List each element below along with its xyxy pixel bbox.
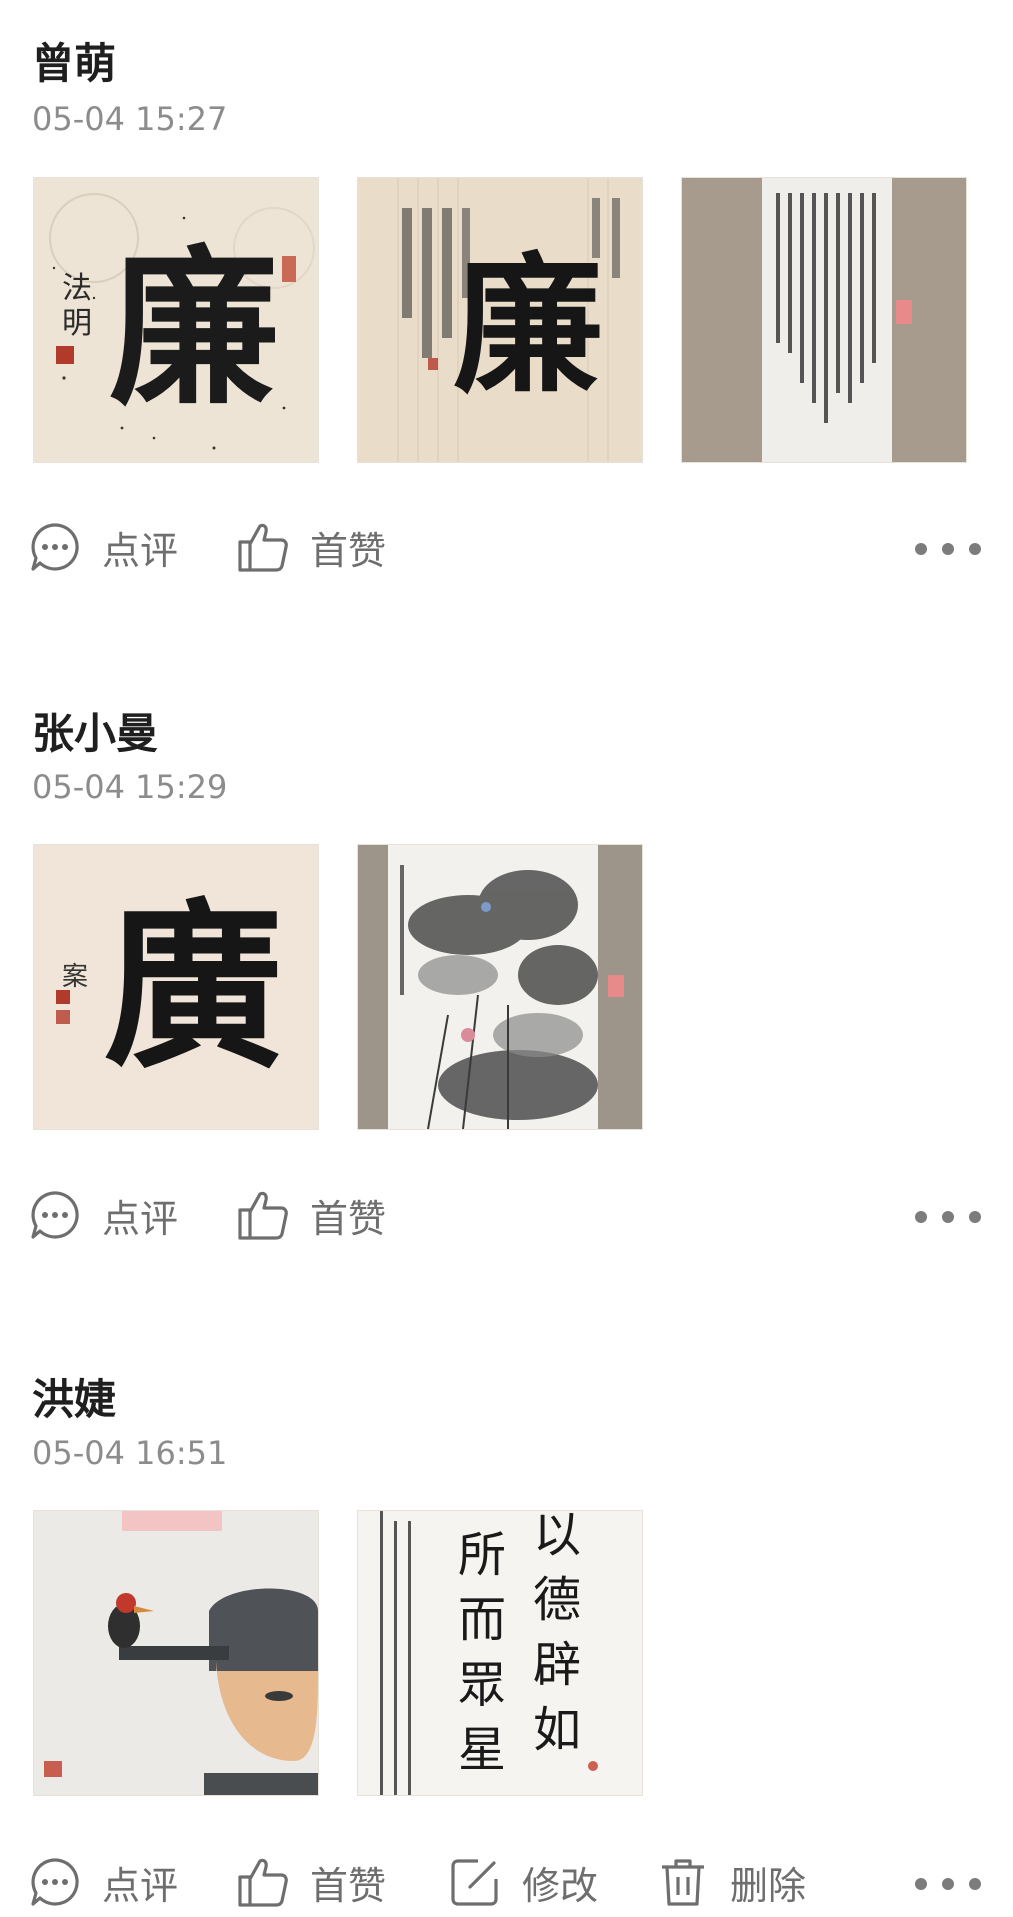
delete-label: 删除 bbox=[730, 1863, 807, 1908]
post-actions: 点评 首赞 bbox=[0, 1185, 1013, 1245]
more-dot-icon bbox=[969, 1211, 981, 1223]
calligraphy-image: 廉 法 明 bbox=[34, 178, 318, 462]
more-dot-icon bbox=[915, 543, 927, 555]
calligraphy-image: 廉 bbox=[358, 178, 642, 462]
like-label: 首赞 bbox=[310, 1196, 387, 1241]
like-button[interactable]: 首赞 bbox=[236, 1185, 386, 1245]
author-name: 曾萌 bbox=[32, 39, 117, 88]
calligraphy-image: 所而眾星 以德辟如 bbox=[358, 1511, 642, 1795]
svg-text:法: 法 bbox=[62, 271, 92, 306]
comment-button[interactable]: 点评 bbox=[28, 1852, 178, 1912]
calligraphy-image: 廣 案 bbox=[34, 845, 318, 1129]
author-name: 洪婕 bbox=[32, 1375, 117, 1424]
photo-hanging-scroll[interactable] bbox=[681, 177, 967, 463]
thumbs-up-icon bbox=[238, 523, 288, 572]
cartoon-image bbox=[34, 1511, 318, 1795]
calligraphy-char: 廉 bbox=[453, 238, 603, 414]
comment-label: 点评 bbox=[102, 528, 179, 573]
more-dot-icon bbox=[942, 1211, 954, 1223]
photo-ink-painting-lotus[interactable] bbox=[357, 844, 643, 1130]
post-time: 05-04 15:27 bbox=[32, 100, 228, 138]
like-label: 首赞 bbox=[310, 1863, 387, 1908]
more-dot-icon bbox=[942, 543, 954, 555]
post-time: 05-04 16:51 bbox=[32, 1434, 228, 1472]
thumbs-up-icon bbox=[238, 1858, 288, 1907]
photo-calligraphy-lian-3[interactable]: 廣 案 bbox=[33, 844, 319, 1130]
delete-button[interactable]: 删除 bbox=[656, 1852, 806, 1912]
more-options-button[interactable] bbox=[913, 1862, 983, 1902]
more-dot-icon bbox=[942, 1878, 954, 1890]
like-button[interactable]: 首赞 bbox=[236, 517, 386, 577]
post-time: 05-04 15:29 bbox=[32, 768, 228, 806]
comment-label: 点评 bbox=[102, 1863, 179, 1908]
painting-image bbox=[358, 845, 642, 1129]
svg-text:明: 明 bbox=[62, 306, 92, 341]
thumbs-up-icon bbox=[238, 1191, 288, 1240]
comment-button[interactable]: 点评 bbox=[28, 1185, 178, 1245]
calligraphy-char: 廉 bbox=[109, 229, 279, 429]
comment-icon bbox=[31, 523, 79, 571]
comment-icon bbox=[31, 1191, 79, 1239]
comment-label: 点评 bbox=[102, 1196, 179, 1241]
comment-icon bbox=[31, 1858, 79, 1906]
photo-cartoon-woodpecker[interactable] bbox=[33, 1510, 319, 1796]
author-name: 张小曼 bbox=[32, 709, 159, 758]
svg-text:案: 案 bbox=[62, 962, 88, 992]
edit-icon bbox=[451, 1859, 498, 1906]
like-button[interactable]: 首赞 bbox=[236, 1852, 386, 1912]
edit-label: 修改 bbox=[522, 1863, 599, 1908]
photo-calligraphy-lian-1[interactable]: 廉 法 明 bbox=[33, 177, 319, 463]
post-actions: 点评 首赞 bbox=[0, 517, 1013, 577]
scroll-image bbox=[682, 178, 966, 462]
comment-button[interactable]: 点评 bbox=[28, 517, 178, 577]
edit-button[interactable]: 修改 bbox=[448, 1852, 598, 1912]
more-options-button[interactable] bbox=[913, 527, 983, 567]
calligraphy-char: 廣 bbox=[104, 882, 284, 1093]
trash-icon bbox=[662, 1859, 704, 1906]
more-dot-icon bbox=[915, 1211, 927, 1223]
like-label: 首赞 bbox=[310, 528, 387, 573]
photo-calligraphy-lian-2[interactable]: 廉 bbox=[357, 177, 643, 463]
more-dot-icon bbox=[915, 1878, 927, 1890]
photo-calligraphy-couplet[interactable]: 所而眾星 以德辟如 bbox=[357, 1510, 643, 1796]
post-actions: 点评 首赞 修改 删除 bbox=[0, 1852, 1013, 1912]
more-options-button[interactable] bbox=[913, 1195, 983, 1235]
more-dot-icon bbox=[969, 543, 981, 555]
more-dot-icon bbox=[969, 1878, 981, 1890]
